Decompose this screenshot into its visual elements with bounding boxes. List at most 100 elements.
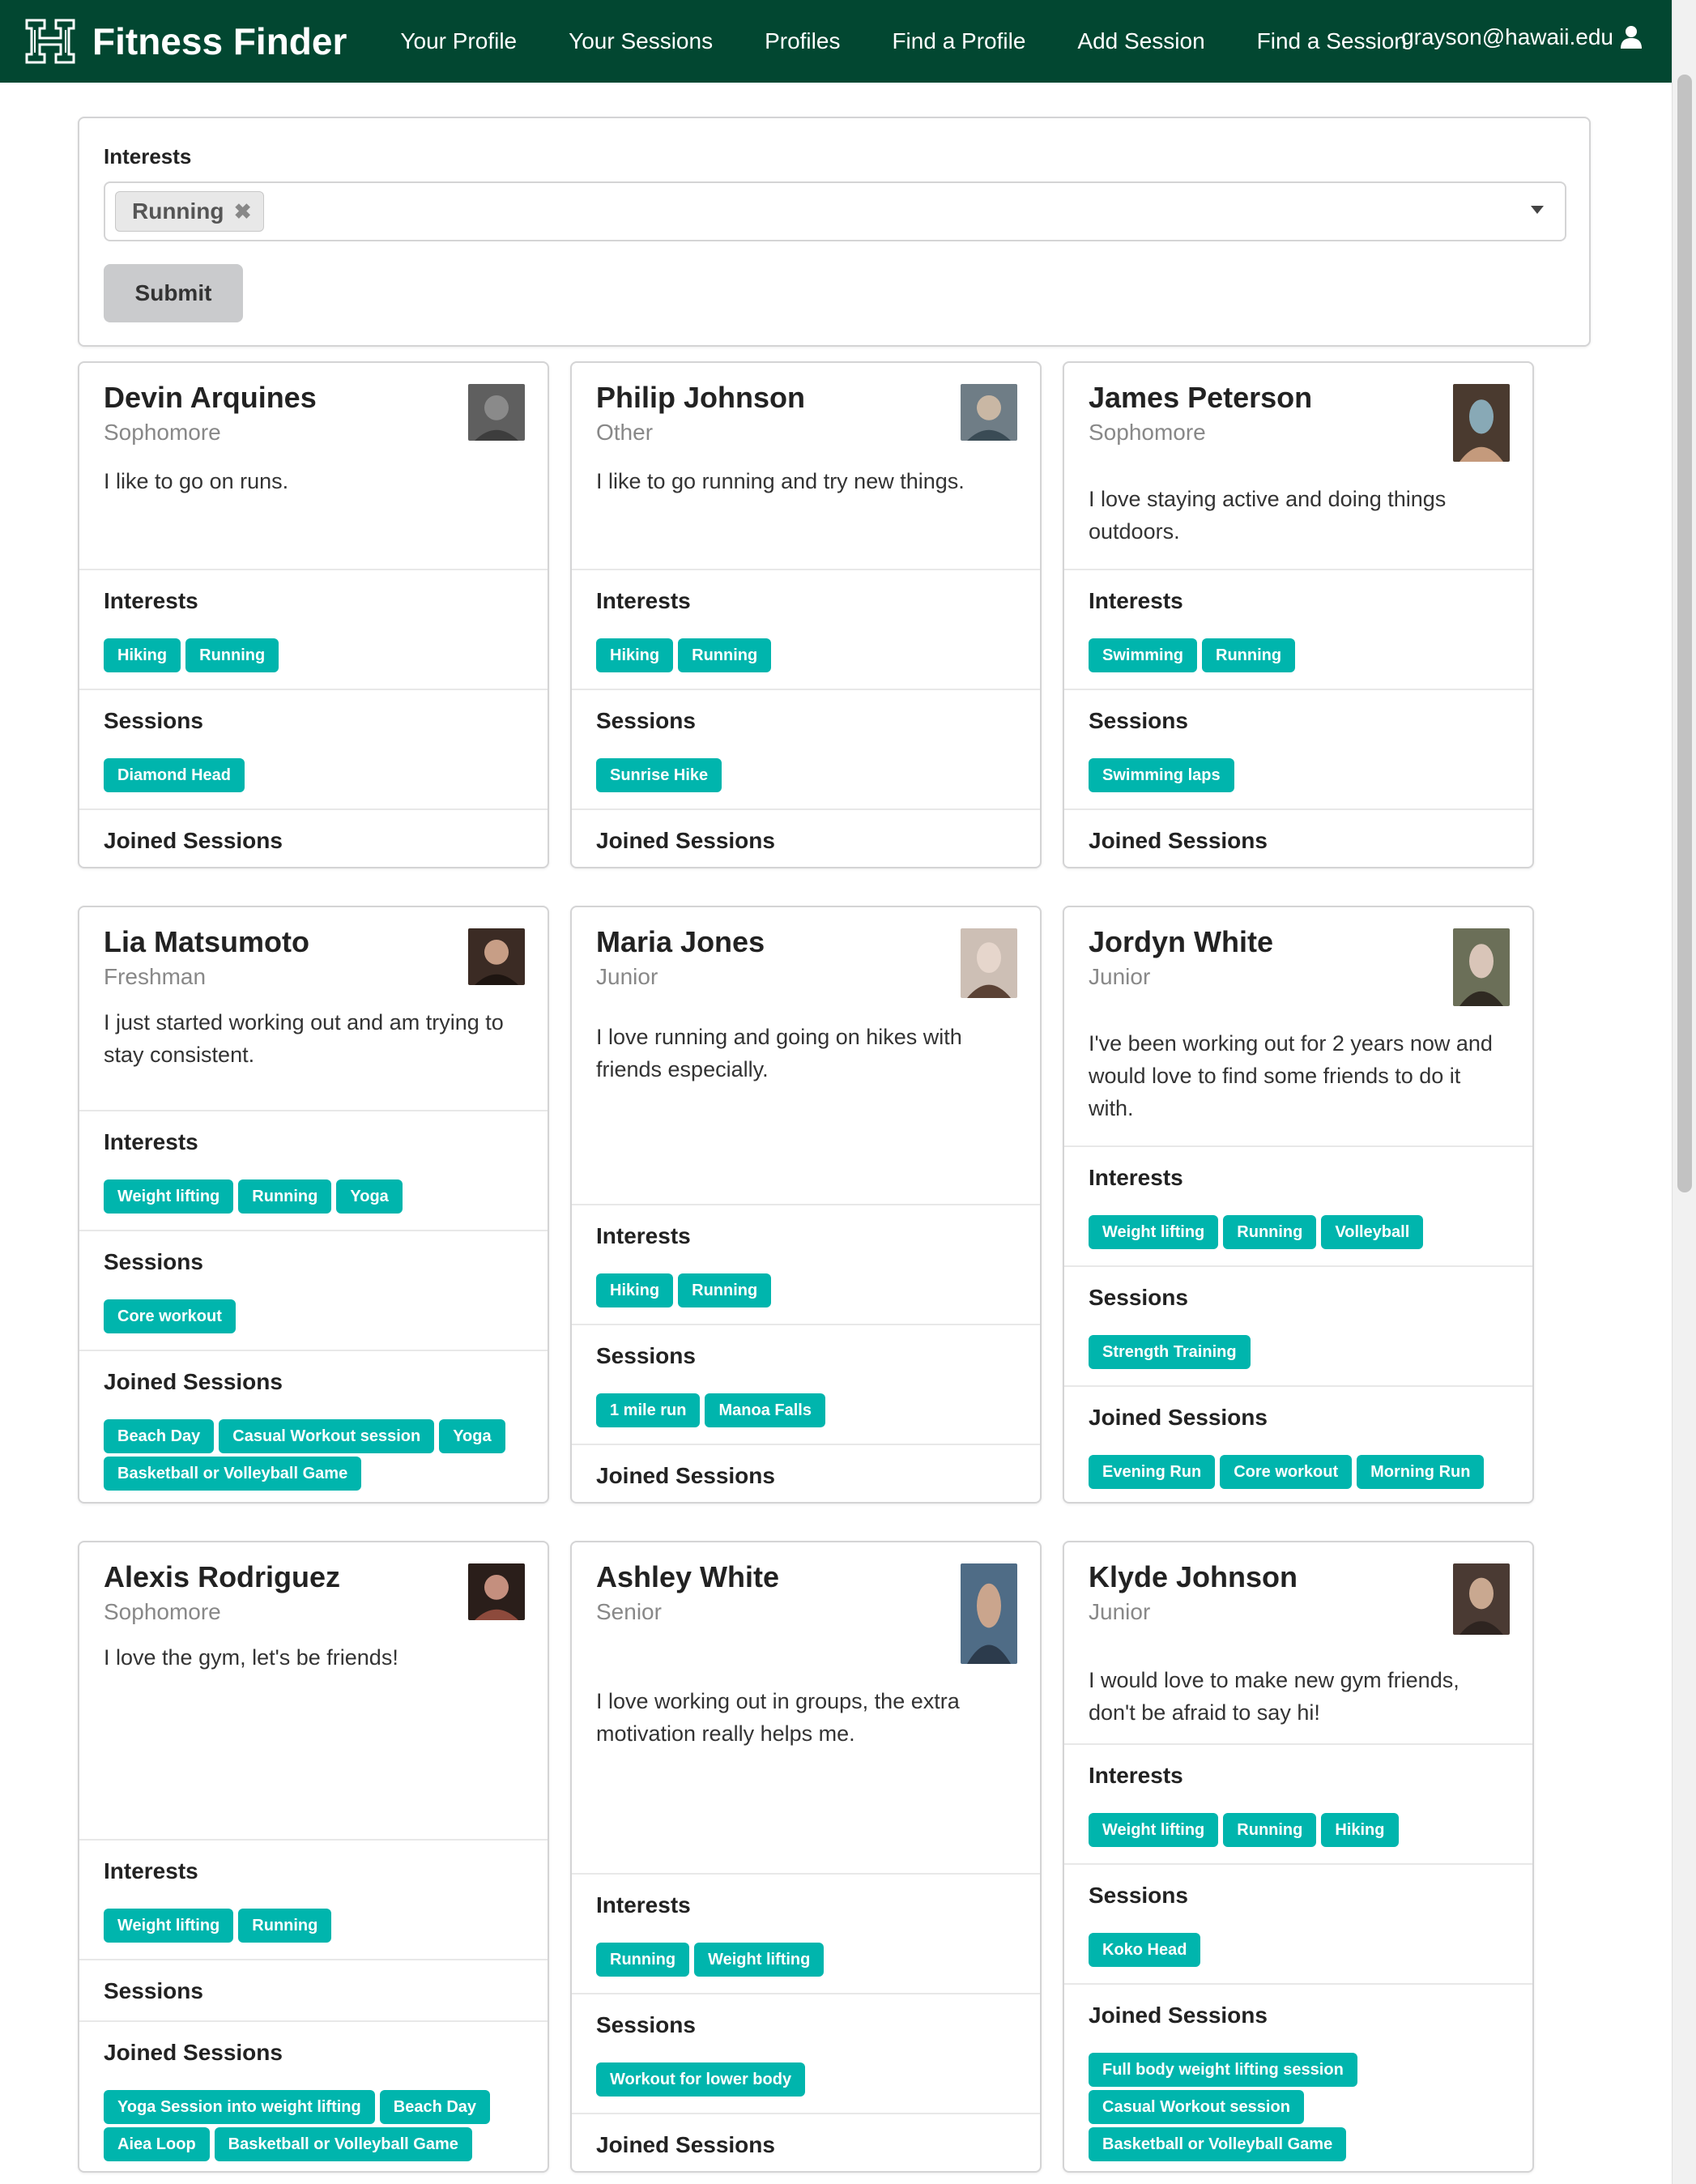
joined-session-tag[interactable]: Core workout [1220,1455,1353,1489]
profile-card: James Peterson Sophomore I love staying ac… [1063,361,1534,868]
interests-multiselect[interactable]: Running ✖ [104,181,1566,241]
profile-photo [1453,1563,1510,1635]
scrollbar-thumb[interactable] [1677,75,1692,1192]
interests-heading: Interests [596,1223,691,1248]
interest-tag[interactable]: Hiking [596,638,674,672]
joined-sessions-section: Joined Sessions [572,808,1040,867]
profile-description: I love working out in groups, the extra … [596,1689,960,1746]
interest-tag[interactable]: Volleyball [1321,1215,1424,1249]
interest-tag[interactable]: Hiking [1321,1813,1399,1847]
user-menu[interactable]: grayson@hawaii.edu [1401,24,1644,50]
remove-chip-icon[interactable]: ✖ [234,192,252,231]
sessions-section: Sessions Sunrise Hike [572,689,1040,808]
nav-add-session[interactable]: Add Session [1077,28,1204,54]
profile-name: Philip Johnson [596,381,805,414]
joined-session-tag[interactable]: Aiea Loop [104,2127,210,2161]
sessions-section: Sessions Koko Head [1064,1863,1532,1983]
profile-description: I've been working out for 2 years now an… [1089,1031,1493,1120]
nav-find-session[interactable]: Find a Session [1257,28,1407,54]
joined-session-tag[interactable]: Casual Workout session [219,1419,435,1453]
session-tag[interactable]: Sunrise Hike [596,758,722,792]
joined-session-tag[interactable]: Beach Day [104,1419,215,1453]
profile-card: Alexis Rodriguez Sophomore I love the gym,… [78,1541,549,2173]
joined-session-tag[interactable]: Yoga Session into weight lifting [104,2090,375,2124]
interest-tag[interactable]: Running [596,1943,690,1977]
sessions-section: Sessions Diamond Head [79,689,548,808]
page-scrollbar[interactable] [1672,0,1696,2184]
interest-tag[interactable]: Hiking [596,1273,674,1307]
sessions-section: Sessions 1 mile run Manoa Falls [572,1324,1040,1444]
session-tag[interactable]: Core workout [104,1299,236,1333]
sessions-tag-list: Strength Training [1089,1335,1516,1372]
sessions-tag-list: Core workout [104,1299,531,1337]
sessions-section: Sessions Core workout [79,1230,548,1350]
interest-tag[interactable]: Weight lifting [104,1179,234,1214]
session-tag[interactable]: Swimming laps [1089,758,1234,792]
interest-tag[interactable]: Running [1223,1215,1317,1249]
joined-sessions-heading: Joined Sessions [1089,2003,1268,2028]
joined-session-tag[interactable]: Morning Run [1357,1455,1485,1489]
interest-tag[interactable]: Running [678,638,772,672]
interest-tag[interactable]: Swimming [1089,638,1198,672]
interest-tag[interactable]: Running [238,1179,332,1214]
profile-photo [1453,384,1510,462]
interests-section: Interests Hiking Running [79,569,548,689]
interest-tag[interactable]: Yoga [336,1179,403,1214]
interest-tag[interactable]: Running [238,1909,332,1943]
interests-heading: Interests [596,588,691,613]
nav-find-profile[interactable]: Find a Profile [892,28,1025,54]
logo-icon[interactable] [23,18,78,65]
interests-heading: Interests [1089,1763,1183,1788]
interest-tag[interactable]: Weight lifting [1089,1813,1219,1847]
sessions-heading: Sessions [1089,1883,1188,1908]
sessions-heading: Sessions [104,1249,203,1274]
session-tag[interactable]: Diamond Head [104,758,245,792]
interest-tag[interactable]: Running [185,638,279,672]
joined-sessions-heading: Joined Sessions [1089,828,1268,853]
profile-year: Junior [1089,964,1151,989]
profile-year: Junior [596,964,658,989]
interest-tag[interactable]: Running [1223,1813,1317,1847]
joined-session-tag[interactable]: Evening Run [1089,1455,1216,1489]
joined-tag-list: Yoga Session into weight lifting Beach Da… [104,2090,531,2165]
session-tag[interactable]: Koko Head [1089,1933,1201,1967]
joined-session-tag[interactable]: Basketball or Volleyball Game [104,1457,362,1491]
nav-your-sessions[interactable]: Your Sessions [569,28,713,54]
submit-button[interactable]: Submit [104,264,243,322]
joined-session-tag[interactable]: Basketball or Volleyball Game [1089,2127,1347,2161]
session-tag[interactable]: Workout for lower body [596,2062,806,2097]
interest-tag[interactable]: Hiking [104,638,181,672]
sessions-section: Sessions Workout for lower body [572,1993,1040,2113]
joined-tag-list: Beach Day Casual Workout session Yoga Baske… [104,1419,531,1494]
sessions-section: Sessions [79,1959,548,2020]
joined-session-tag[interactable]: Yoga [439,1419,505,1453]
joined-session-tag[interactable]: Full body weight lifting session [1089,2053,1357,2087]
session-tag[interactable]: Manoa Falls [705,1393,825,1427]
interests-heading: Interests [104,1129,198,1154]
joined-sessions-section: Joined Sessions Full body weight lifting … [1064,1983,1532,2171]
joined-session-tag[interactable]: Beach Day [379,2090,491,2124]
profile-photo [1453,928,1510,1006]
interest-tag[interactable]: Running [678,1273,772,1307]
profile-photo [961,928,1017,998]
interest-tag[interactable]: Weight lifting [104,1909,234,1943]
nav-your-profile[interactable]: Your Profile [400,28,517,54]
interest-tag[interactable]: Weight lifting [694,1943,825,1977]
sessions-heading: Sessions [596,708,696,733]
interest-tag[interactable]: Running [1202,638,1296,672]
joined-session-tag[interactable]: Basketball or Volleyball Game [214,2127,472,2161]
profile-description: I love running and going on hikes with f… [596,1025,962,1081]
session-tag[interactable]: Strength Training [1089,1335,1251,1369]
interests-section: Interests Weight lifting Running Volleyball [1064,1145,1532,1265]
session-tag[interactable]: 1 mile run [596,1393,701,1427]
profile-year: Junior [1089,1599,1151,1624]
interests-tag-list: Running Weight lifting [596,1943,1024,1980]
dropdown-caret-icon[interactable] [1531,206,1544,214]
nav-profiles[interactable]: Profiles [765,28,840,54]
joined-sessions-heading: Joined Sessions [596,2132,775,2157]
profile-description: I like to go running and try new things. [596,469,965,493]
sessions-tag-list: 1 mile run Manoa Falls [596,1393,1024,1431]
interest-tag[interactable]: Weight lifting [1089,1215,1219,1249]
brand-title[interactable]: Fitness Finder [92,19,347,63]
joined-session-tag[interactable]: Casual Workout session [1089,2090,1304,2124]
